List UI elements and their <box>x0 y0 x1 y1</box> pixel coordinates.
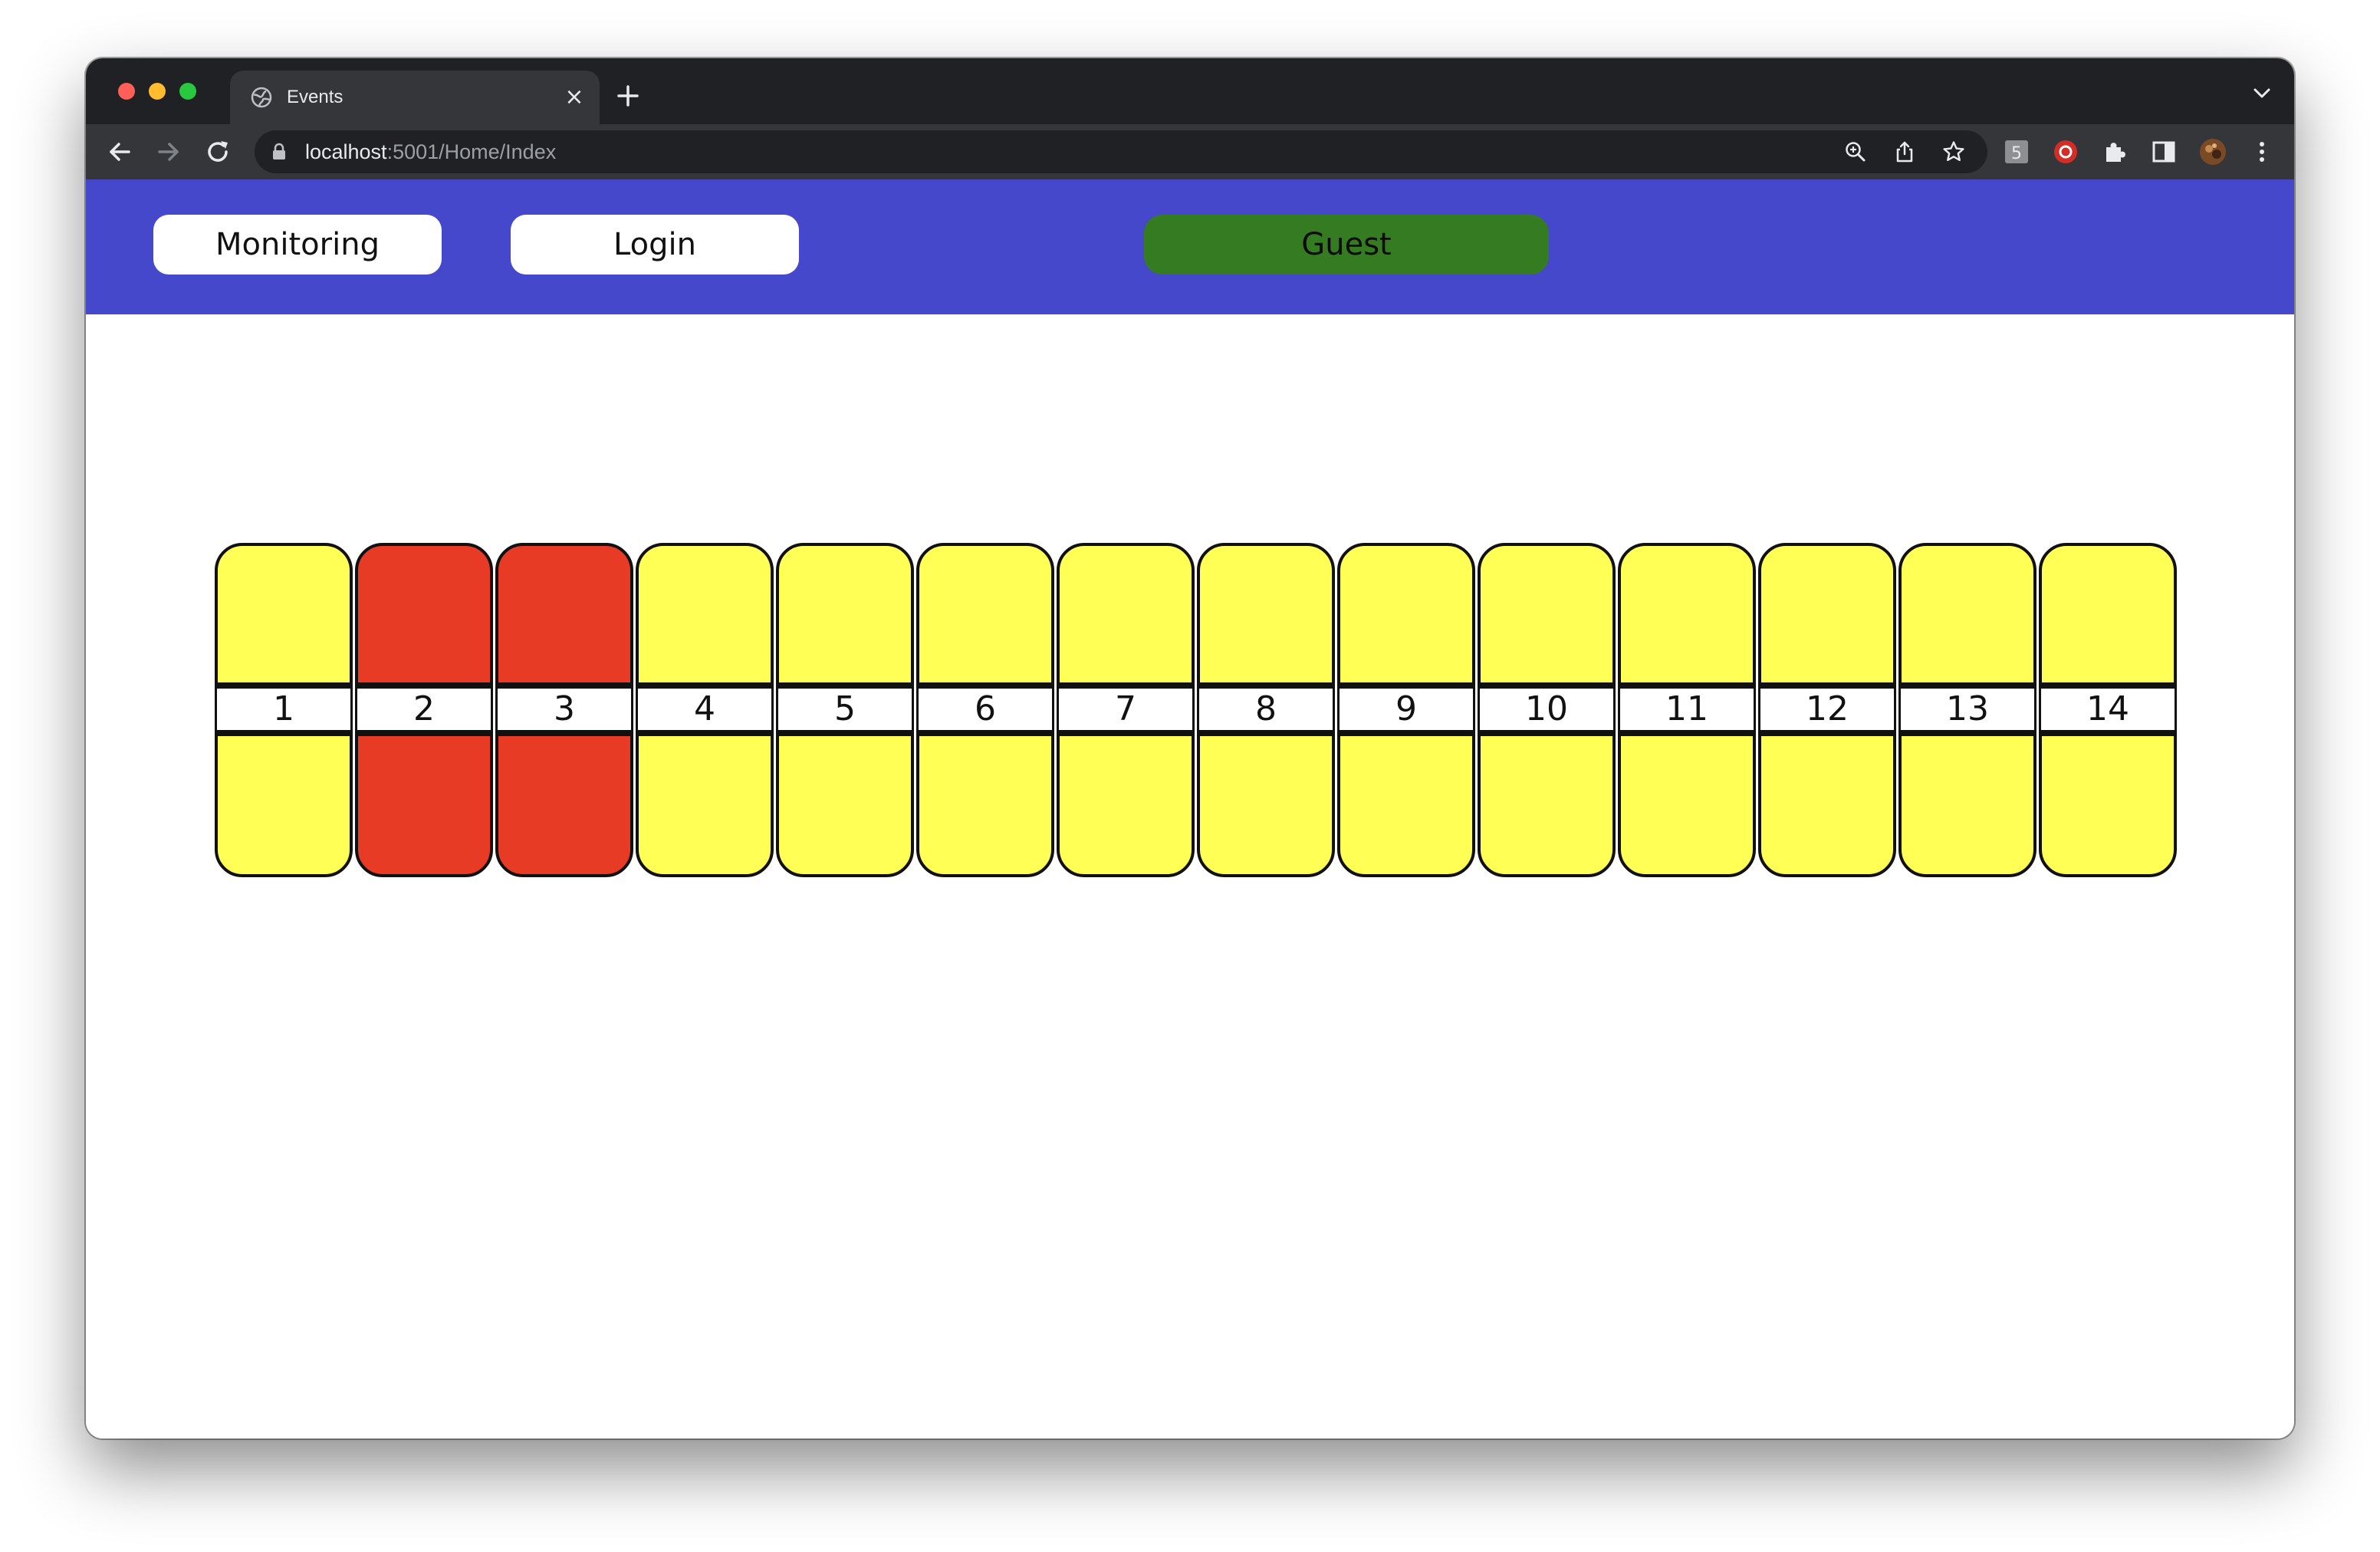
svg-text:5: 5 <box>2011 144 2022 163</box>
slot-bottom-half[interactable] <box>1618 733 1756 877</box>
zoom-window-button[interactable] <box>179 83 196 100</box>
zoom-icon[interactable] <box>1843 140 1868 164</box>
slot-bottom-half[interactable] <box>1758 733 1896 877</box>
browser-window: Events × localhost:5001/Home/Index 5 Mon… <box>86 58 2294 1439</box>
slot-top-half[interactable] <box>495 543 633 686</box>
url-path: :5001/Home/Index <box>386 140 557 163</box>
slot-top-half[interactable] <box>1197 543 1335 686</box>
slot-bottom-half[interactable] <box>355 733 493 877</box>
slot-top-half[interactable] <box>1478 543 1616 686</box>
slot-top-half[interactable] <box>1758 543 1896 686</box>
slot-bottom-half[interactable] <box>495 733 633 877</box>
slot-number-label: 11 <box>1618 684 1756 735</box>
tab-events[interactable]: Events × <box>230 71 600 124</box>
slot-3[interactable]: 3 <box>495 543 633 877</box>
slot-1[interactable]: 1 <box>215 543 353 877</box>
slot-number-label: 1 <box>215 684 353 735</box>
slot-number-label: 7 <box>1057 684 1195 735</box>
slot-row: 1 2 3 4 5 6 7 8 9 10 11 12 13 14 <box>215 543 2177 877</box>
url-text[interactable]: localhost:5001/Home/Index <box>305 140 556 163</box>
close-window-button[interactable] <box>118 83 135 100</box>
slot-14[interactable]: 14 <box>2039 543 2177 877</box>
slot-top-half[interactable] <box>776 543 914 686</box>
slot-13[interactable]: 13 <box>1898 543 2036 877</box>
slot-11[interactable]: 11 <box>1618 543 1756 877</box>
url-host: localhost <box>305 140 387 163</box>
slot-number-label: 2 <box>355 684 493 735</box>
close-tab-icon[interactable]: × <box>563 86 586 109</box>
slot-6[interactable]: 6 <box>916 543 1054 877</box>
slot-top-half[interactable] <box>1898 543 2036 686</box>
slot-number-label: 4 <box>636 684 774 735</box>
profile-avatar-icon[interactable] <box>2198 136 2228 167</box>
slot-number-label: 14 <box>2039 684 2177 735</box>
tab-strip: Events × <box>86 58 2294 124</box>
slot-number-label: 5 <box>776 684 914 735</box>
slot-9[interactable]: 9 <box>1337 543 1475 877</box>
slot-top-half[interactable] <box>2039 543 2177 686</box>
monitoring-button[interactable]: Monitoring <box>153 215 442 275</box>
slot-7[interactable]: 7 <box>1057 543 1195 877</box>
user-badge: Guest <box>1144 215 1549 275</box>
forward-icon[interactable] <box>153 136 184 167</box>
page-content: Monitoring Login Guest 1 2 3 4 5 6 7 8 9 10 11 12 13… <box>86 179 2294 1439</box>
slot-top-half[interactable] <box>215 543 353 686</box>
address-bar[interactable]: localhost:5001/Home/Index <box>255 130 1987 173</box>
side-panel-icon[interactable] <box>2148 136 2179 167</box>
slot-bottom-half[interactable] <box>1197 733 1335 877</box>
tab-title: Events <box>287 87 344 107</box>
slot-12[interactable]: 12 <box>1758 543 1896 877</box>
browser-toolbar: localhost:5001/Home/Index 5 <box>86 124 2294 179</box>
slot-top-half[interactable] <box>1618 543 1756 686</box>
slot-top-half[interactable] <box>1057 543 1195 686</box>
share-icon[interactable] <box>1892 140 1917 164</box>
slot-bottom-half[interactable] <box>1478 733 1616 877</box>
star-icon[interactable] <box>1941 140 1966 164</box>
slot-number-label: 3 <box>495 684 633 735</box>
puzzle-extensions-icon[interactable] <box>2099 136 2130 167</box>
slot-bottom-half[interactable] <box>776 733 914 877</box>
slot-top-half[interactable] <box>1337 543 1475 686</box>
globe-icon <box>251 87 272 108</box>
slot-bottom-half[interactable] <box>916 733 1054 877</box>
slot-bottom-half[interactable] <box>1337 733 1475 877</box>
slot-number-label: 10 <box>1478 684 1616 735</box>
slot-bottom-half[interactable] <box>1057 733 1195 877</box>
slot-10[interactable]: 10 <box>1478 543 1616 877</box>
more-menu-icon[interactable] <box>2247 136 2277 167</box>
back-icon[interactable] <box>104 136 135 167</box>
slot-number-label: 9 <box>1337 684 1475 735</box>
minimize-window-button[interactable] <box>149 83 166 100</box>
chevron-down-icon[interactable] <box>2253 87 2271 100</box>
new-tab-icon[interactable] <box>613 81 643 110</box>
reload-icon[interactable] <box>202 136 233 167</box>
top-navbar: Monitoring Login Guest <box>86 179 2294 314</box>
login-button[interactable]: Login <box>511 215 799 275</box>
slot-top-half[interactable] <box>355 543 493 686</box>
slot-number-label: 12 <box>1758 684 1896 735</box>
slot-number-label: 13 <box>1898 684 2036 735</box>
slot-bottom-half[interactable] <box>215 733 353 877</box>
slot-8[interactable]: 8 <box>1197 543 1335 877</box>
slot-top-half[interactable] <box>636 543 774 686</box>
slot-number-label: 6 <box>916 684 1054 735</box>
red-extension-icon[interactable] <box>2050 136 2081 167</box>
lock-icon[interactable] <box>271 143 287 161</box>
slot-bottom-half[interactable] <box>636 733 774 877</box>
slot-bottom-half[interactable] <box>1898 733 2036 877</box>
slot-2[interactable]: 2 <box>355 543 493 877</box>
slot-bottom-half[interactable] <box>2039 733 2177 877</box>
slot-top-half[interactable] <box>916 543 1054 686</box>
html5-extension-icon[interactable]: 5 <box>2001 136 2032 167</box>
slot-5[interactable]: 5 <box>776 543 914 877</box>
slot-number-label: 8 <box>1197 684 1335 735</box>
slot-4[interactable]: 4 <box>636 543 774 877</box>
